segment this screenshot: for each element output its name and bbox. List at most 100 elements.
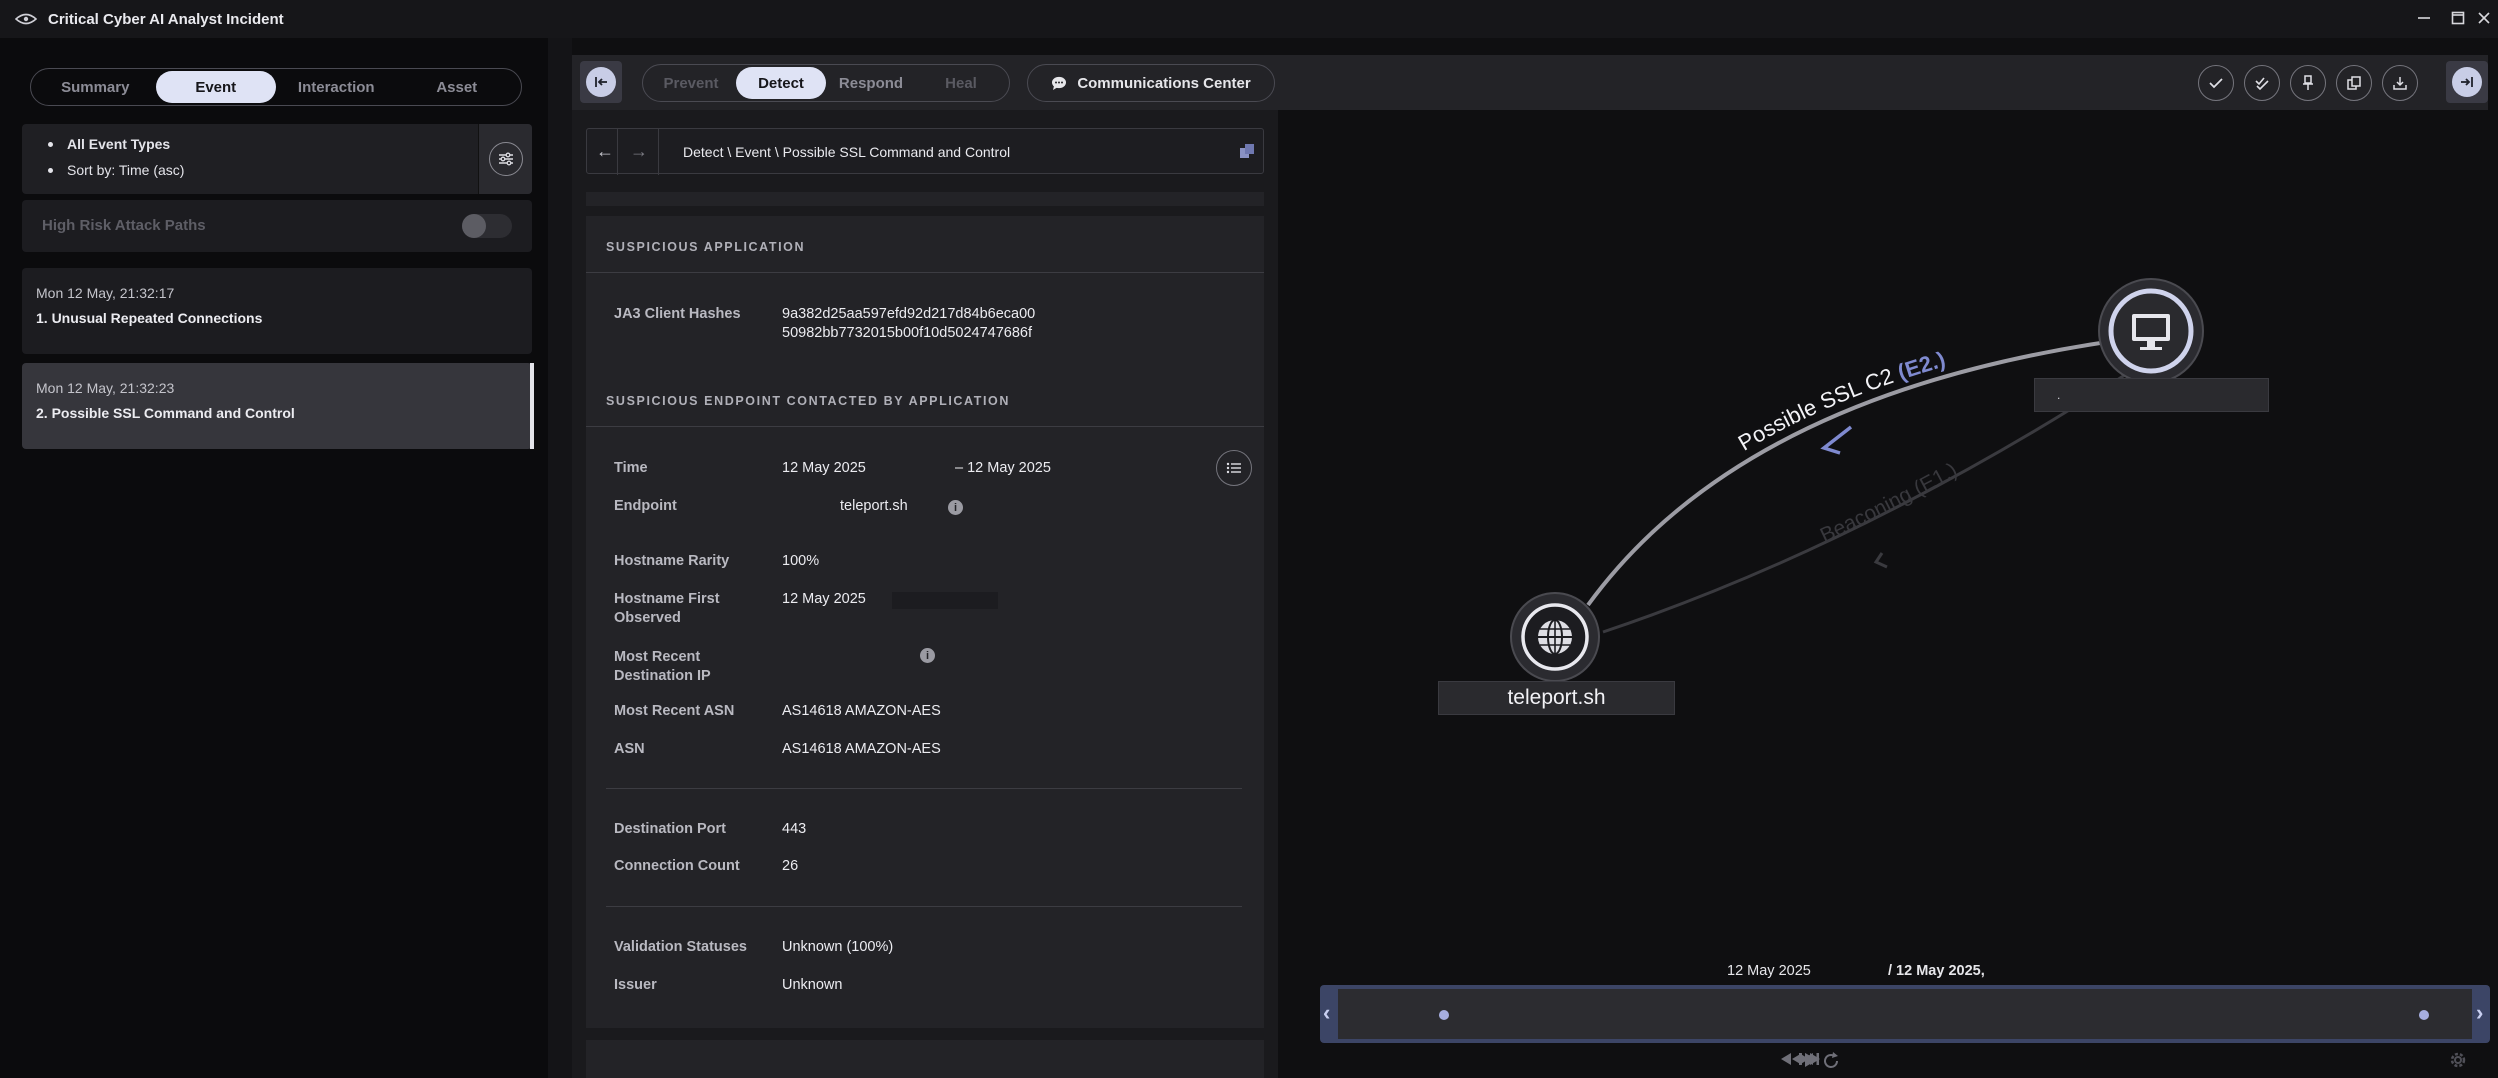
filter-settings-button[interactable]: [478, 124, 532, 194]
timeline-event-marker[interactable]: [1439, 1010, 1449, 1020]
tab-interaction[interactable]: Interaction: [276, 71, 397, 103]
timeline-event-marker[interactable]: [2419, 1010, 2429, 1020]
tab-summary[interactable]: Summary: [35, 71, 156, 103]
event-time: Mon 12 May, 21:32:23: [36, 380, 174, 396]
list-icon: [1226, 462, 1242, 474]
timeline-end-date: / 12 May 2025,: [1888, 963, 1985, 979]
endpoint-node-label[interactable]: teleport.sh: [1438, 681, 1675, 715]
breadcrumb-path: Detect \ Event \ Possible SSL Command an…: [683, 144, 1010, 160]
ja3-hash-1: 9a382d25aa597efd92d217d84b6eca00: [782, 305, 1035, 324]
asn-label: ASN: [614, 740, 645, 759]
event-list-button[interactable]: [1216, 450, 1252, 486]
recent-asn-label: Most Recent ASN: [614, 702, 734, 721]
main-toolbar: Prevent Detect Respond Heal Communicatio…: [572, 55, 2488, 110]
tab-event[interactable]: Event: [156, 71, 277, 103]
section-suspicious-application: SUSPICIOUS APPLICATION: [606, 240, 805, 254]
event-name: 2. Possible SSL Command and Control: [36, 405, 295, 421]
high-risk-label: High Risk Attack Paths: [42, 217, 206, 234]
expand-panel-button[interactable]: [2446, 61, 2488, 103]
time-end: – 12 May 2025: [955, 459, 1051, 478]
time-label: Time: [614, 459, 648, 478]
globe-icon: [1538, 620, 1572, 654]
destination-port-label: Destination Port: [614, 820, 726, 839]
recent-destination-ip-label: Most Recent Destination IP: [614, 648, 744, 686]
chat-bubble-icon: [1051, 76, 1067, 91]
high-risk-attack-paths-row: High Risk Attack Paths: [22, 200, 532, 252]
breadcrumb: ← → Detect \ Event \ Possible SSL Comman…: [586, 128, 1264, 174]
download-icon[interactable]: [2382, 65, 2418, 101]
phase-respond[interactable]: Respond: [826, 67, 916, 99]
refresh-icon[interactable]: [1822, 1052, 1840, 1070]
ja3-hash-2: 50982bb7732015b00f10d5024747686f: [782, 324, 1032, 343]
collapse-sidebar-button[interactable]: [580, 61, 622, 103]
event-name: 1. Unusual Repeated Connections: [36, 310, 262, 326]
eye-logo-icon: [14, 12, 38, 26]
event-list-item-selected[interactable]: Mon 12 May, 21:32:23 2. Possible SSL Com…: [22, 363, 532, 449]
recent-asn-value: AS14618 AMAZON-AES: [782, 702, 941, 721]
validation-statuses-value: Unknown (100%): [782, 938, 893, 957]
ja3-label: JA3 Client Hashes: [614, 305, 741, 324]
time-start: 12 May 2025: [782, 459, 866, 478]
window-title: Critical Cyber AI Analyst Incident: [48, 11, 284, 28]
ssl-c2-edge-label: Possible SSL C2 (E2.): [1734, 347, 1948, 456]
first-observed-value: 12 May 2025: [782, 590, 866, 609]
filter-sort: Sort by: Time (asc): [48, 162, 184, 178]
phase-selector: Prevent Detect Respond Heal: [642, 64, 1010, 102]
copy-path-icon[interactable]: [1239, 143, 1255, 164]
phase-heal[interactable]: Heal: [916, 67, 1006, 99]
collapse-right-icon: [2452, 67, 2482, 97]
maximize-icon[interactable]: [2448, 8, 2468, 28]
copy-icon[interactable]: [2336, 65, 2372, 101]
double-check-icon[interactable]: [2244, 65, 2280, 101]
hostname-rarity-label: Hostname Rarity: [614, 552, 729, 571]
beaconing-edge-label: Beaconing (E1.): [1817, 459, 1961, 548]
sidebar-tabs: Summary Event Interaction Asset: [30, 68, 522, 106]
section-suspicious-endpoint: SUSPICIOUS ENDPOINT CONTACTED BY APPLICA…: [606, 394, 1010, 408]
asn-value: AS14618 AMAZON-AES: [782, 740, 941, 759]
connection-count-label: Connection Count: [614, 857, 740, 876]
tab-asset[interactable]: Asset: [397, 71, 518, 103]
issuer-value: Unknown: [782, 976, 842, 995]
connection-count-value: 26: [782, 857, 798, 876]
title-bar: Critical Cyber AI Analyst Incident: [0, 0, 2498, 38]
timeline-track[interactable]: [1338, 989, 2472, 1039]
communications-center-button[interactable]: Communications Center: [1027, 64, 1275, 102]
issuer-label: Issuer: [614, 976, 657, 995]
attack-graph-canvas[interactable]: Beaconing (E1.) Possible SSL C2 (E2.): [1278, 110, 2498, 1078]
first-observed-label: Hostname First Observed: [614, 590, 744, 628]
phase-prevent[interactable]: Prevent: [646, 67, 736, 99]
phase-detect[interactable]: Detect: [736, 67, 826, 99]
back-arrow-icon[interactable]: ←: [595, 141, 615, 161]
forward-arrow-icon[interactable]: →: [629, 141, 649, 161]
communications-center-label: Communications Center: [1077, 75, 1250, 92]
app-window: Critical Cyber AI Analyst Incident Summa…: [0, 0, 2498, 1078]
close-icon[interactable]: [2474, 8, 2494, 28]
device-node-label[interactable]: .: [2034, 378, 2269, 412]
panel-footer-strip: [586, 1040, 1264, 1078]
info-icon[interactable]: i: [920, 648, 935, 663]
timeline-start-date: 12 May 2025: [1727, 963, 1811, 979]
detail-card: SUSPICIOUS APPLICATION JA3 Client Hashes…: [586, 216, 1264, 1028]
hostname-rarity-value: 100%: [782, 552, 819, 571]
endpoint-label: Endpoint: [614, 497, 677, 516]
minimize-icon[interactable]: [2414, 8, 2434, 28]
event-detail-panel: ← → Detect \ Event \ Possible SSL Comman…: [572, 110, 1278, 1078]
check-icon[interactable]: [2198, 65, 2234, 101]
high-risk-toggle[interactable]: [462, 214, 512, 238]
sliders-icon: [489, 142, 523, 176]
panel-strip: [586, 192, 1264, 206]
endpoint-value[interactable]: teleport.sh: [840, 497, 908, 516]
fast-forward-icon[interactable]: [1798, 1052, 1822, 1066]
event-sidebar: Summary Event Interaction Asset All Even…: [0, 38, 548, 1078]
info-icon[interactable]: i: [948, 500, 963, 515]
event-list-item[interactable]: Mon 12 May, 21:32:17 1. Unusual Repeated…: [22, 268, 532, 354]
timeline-scrubber[interactable]: ‹ ›: [1320, 985, 2490, 1043]
panel-divider[interactable]: [548, 38, 572, 1078]
pin-icon[interactable]: [2290, 65, 2326, 101]
beaconing-direction-arrow: [1876, 553, 1887, 567]
graph-svg: Beaconing (E1.) Possible SSL C2 (E2.): [1278, 110, 2498, 1078]
timeline-prev-icon[interactable]: ‹: [1323, 1000, 1330, 1026]
filter-summary: All Event Types Sort by: Time (asc): [22, 124, 532, 194]
timeline-next-icon[interactable]: ›: [2476, 1000, 2483, 1026]
event-time: Mon 12 May, 21:32:17: [36, 285, 174, 301]
